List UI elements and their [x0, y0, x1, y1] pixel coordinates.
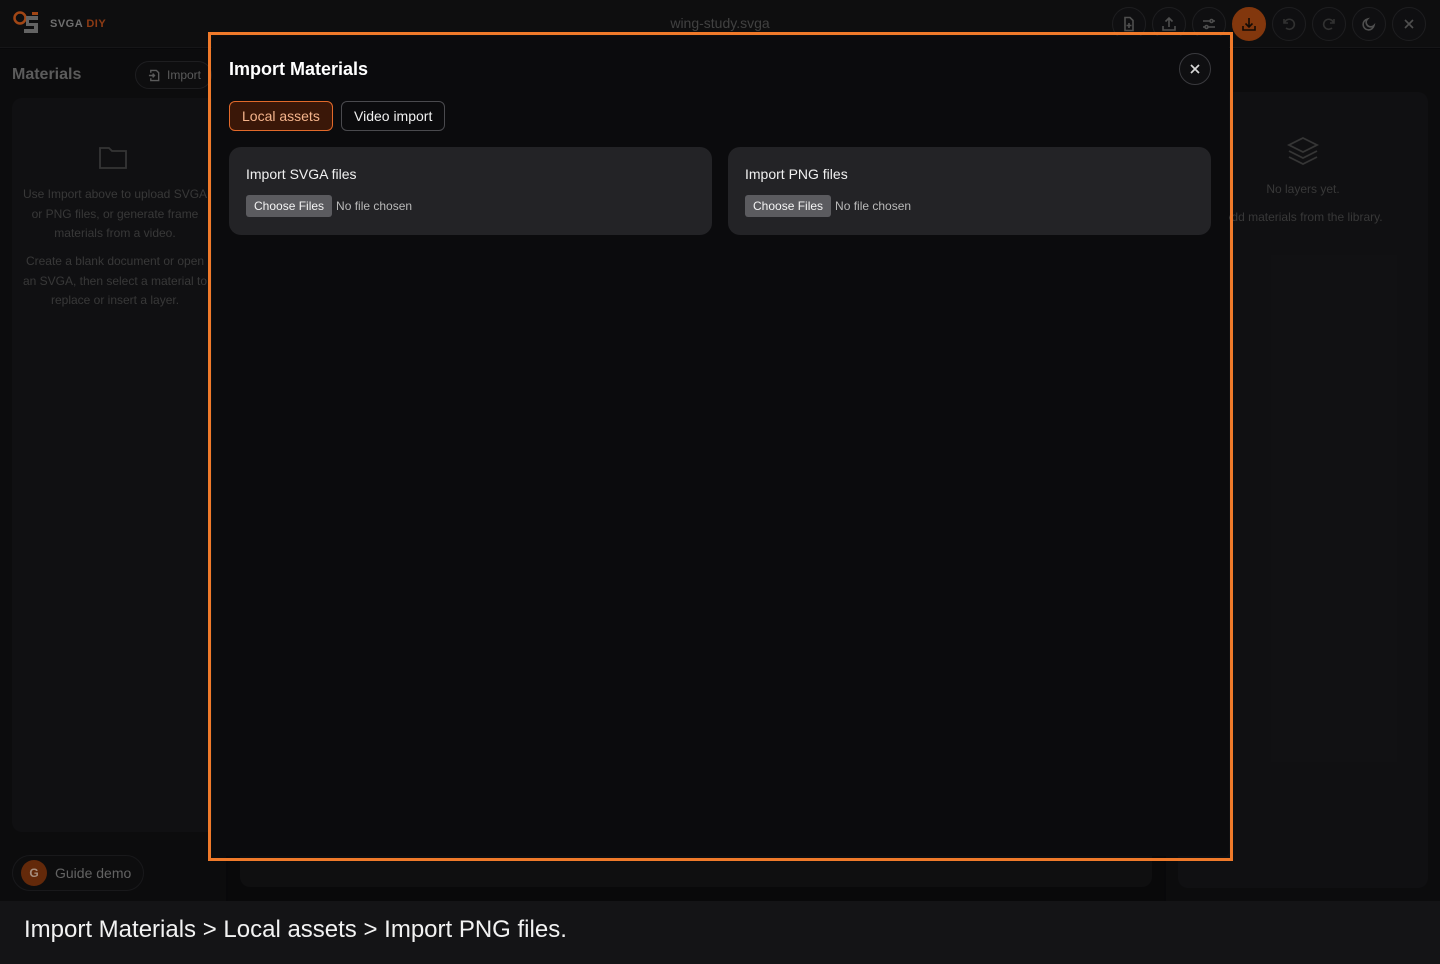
dialog-title: Import Materials: [229, 59, 369, 79]
import-png-label: Import PNG files: [745, 166, 848, 182]
svga-file-status: No file chosen: [336, 199, 413, 213]
choose-svga-files-button[interactable]: Choose Files: [246, 195, 333, 217]
import-materials-dialog: Import Materials Local assets Video impo…: [212, 36, 1229, 856]
caption-bar: Import Materials > Local assets > Import…: [0, 901, 1440, 964]
tab-video-import[interactable]: Video import: [341, 101, 446, 131]
png-file-status: No file chosen: [835, 199, 912, 213]
import-svga-label: Import SVGA files: [246, 166, 357, 182]
import-png-card: Import PNG files Choose Files No file ch…: [728, 147, 1211, 235]
svga-file-input[interactable]: Choose Files No file chosen: [246, 195, 412, 217]
import-svga-card: Import SVGA files Choose Files No file c…: [229, 147, 712, 235]
choose-png-files-button[interactable]: Choose Files: [745, 195, 832, 217]
tab-local-assets[interactable]: Local assets: [229, 101, 333, 131]
close-icon: [1190, 64, 1200, 74]
png-file-input[interactable]: Choose Files No file chosen: [745, 195, 911, 217]
caption-text: Import Materials > Local assets > Import…: [24, 916, 567, 943]
dialog-close-button[interactable]: [1179, 53, 1211, 85]
